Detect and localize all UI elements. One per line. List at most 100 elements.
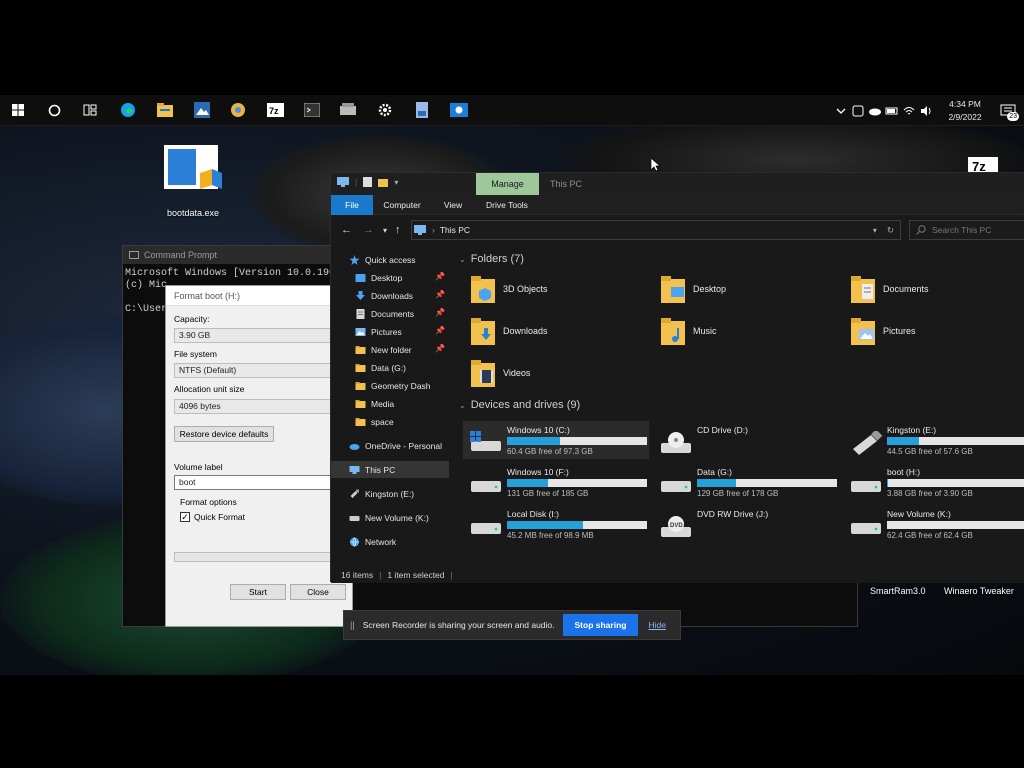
nav-kingston[interactable]: Kingston (E:) [331,485,449,502]
search-button[interactable] [42,99,66,121]
drive-tile[interactable]: Windows 10 (C:) 60.4 GB free of 97.3 GB [463,421,649,459]
hide-link[interactable]: Hide [648,620,665,630]
folders-section-header[interactable]: ⌄ Folders (7) [459,253,524,265]
tray-volume[interactable] [918,103,934,119]
drive-tile[interactable]: CD Drive (D:) [653,421,839,459]
folder-3d-objects[interactable]: 3D Objects [469,273,548,305]
start-button[interactable]: Start [230,584,286,600]
forward-arrow-icon[interactable]: → [363,224,374,236]
drive-tile[interactable]: New Volume (K:) 62.4 GB free of 62.4 GB [843,505,1024,543]
recent-locations-chevron-icon[interactable]: ▾ [383,226,387,235]
nav-this-pc[interactable]: This PC [331,461,449,478]
folder-documents[interactable]: Documents [849,273,929,305]
system-tray: 4:34 PM 2/9/2022 23 [832,95,1024,126]
folder-videos[interactable]: Videos [469,357,530,389]
action-center-button[interactable]: 23 [996,100,1020,122]
nav-new-volume[interactable]: New Volume (K:) [331,509,449,526]
start-button[interactable] [6,99,30,121]
taskbar-chrome[interactable] [226,99,250,121]
nav-onedrive[interactable]: OneDrive - Personal [331,437,449,454]
format-dialog[interactable]: Format boot (H:) Capacity: 3.90 GB File … [165,285,353,627]
filesystem-select[interactable]: NTFS (Default) [174,363,344,378]
drag-handle-icon[interactable]: || [350,620,355,630]
tab-computer[interactable]: Computer [377,195,427,215]
drive-tile[interactable]: DVD DVD RW Drive (J:) [653,505,839,543]
tab-file[interactable]: File [331,195,373,215]
clock-time: 4:34 PM [949,98,981,109]
explorer-titlebar[interactable]: | ▾ Manage This PC [331,173,1024,195]
nav-space[interactable]: space [331,413,449,430]
breadcrumb-this-pc[interactable]: This PC [440,225,470,235]
task-view-button[interactable] [78,99,102,121]
capacity-select[interactable]: 3.90 GB [174,328,344,343]
allocation-select[interactable]: 4096 bytes [174,399,344,414]
properties-icon[interactable] [363,177,373,187]
desktop-icon-winaero[interactable]: Winaero Tweaker [944,583,1014,596]
taskbar-settings[interactable] [373,99,397,121]
nav-documents[interactable]: Documents 📌 [331,305,449,322]
drive-tile[interactable]: Data (G:) 129 GB free of 178 GB [653,463,839,501]
drive-tile[interactable]: Kingston (E:) 44.5 GB free of 57.6 GB [843,421,1024,459]
nav-network[interactable]: Network [331,533,449,550]
taskbar-file-explorer[interactable] [153,99,177,121]
stop-sharing-button[interactable]: Stop sharing [562,614,639,636]
nav-quick-access[interactable]: Quick access [331,251,449,268]
pin-icon: 📌 [435,290,445,299]
new-folder-icon[interactable] [378,178,389,187]
back-arrow-icon[interactable]: ← [341,224,352,236]
qat-dropdown-icon[interactable]: ▾ [394,178,398,187]
tray-battery[interactable] [884,103,900,119]
desktop-icon-smartram[interactable]: SmartRam3.0 [870,583,926,596]
address-dropdown-icon[interactable]: ▾ [873,226,877,235]
taskbar-7zip[interactable]: 7z [263,99,287,121]
taskbar-installer[interactable] [410,99,434,121]
manage-tab[interactable]: Manage [476,173,539,195]
close-button[interactable]: Close [290,584,346,600]
tray-meet-now[interactable] [850,103,866,119]
nav-geometry-dash[interactable]: Geometry Dash [331,377,449,394]
drive-name: Data (G:) [697,467,732,477]
taskbar-app-disk[interactable] [336,99,360,121]
folder-pictures[interactable]: Pictures [849,315,916,347]
taskbar-clock[interactable]: 4:34 PM 2/9/2022 [934,98,996,124]
3d-objects-folder-icon [471,276,495,303]
tray-onedrive[interactable] [867,103,883,119]
drive-free-space: 129 GB free of 178 GB [697,489,779,498]
folder-downloads[interactable]: Downloads [469,315,548,347]
tray-wifi[interactable] [901,103,917,119]
taskbar-cmd[interactable] [300,99,324,121]
quick-format-checkbox[interactable]: ✓ [180,512,190,522]
cloud-icon [349,443,360,450]
cmd-window-icon [129,251,139,259]
restore-defaults-button[interactable]: Restore device defaults [174,426,274,442]
drive-tile[interactable]: boot (H:) 3.88 GB free of 3.90 GB [843,463,1024,501]
nav-label: Network [365,536,397,547]
nav-data-g[interactable]: Data (G:) [331,359,449,376]
desktop-icon-bootdata[interactable]: bootdata.exe [160,143,226,218]
taskbar-edge[interactable] [116,99,140,121]
drive-tile[interactable]: Local Disk (I:) 45.2 MB free of 98.9 MB [463,505,649,543]
file-explorer-window[interactable]: | ▾ Manage This PC File Computer View Dr… [330,172,1024,583]
pin-icon: 📌 [435,308,445,317]
nav-media[interactable]: Media [331,395,449,412]
search-box[interactable]: Search This PC [909,220,1024,240]
drive-tile[interactable]: Windows 10 (F:) 131 GB free of 185 GB [463,463,649,501]
folder-desktop[interactable]: Desktop [659,273,726,305]
volume-label-input[interactable]: boot [174,475,344,490]
address-bar[interactable]: › This PC ▾ ↻ [411,220,901,240]
folder-icon [355,417,366,426]
nav-new-folder[interactable]: New folder 📌 [331,341,449,358]
folder-music[interactable]: Music [659,315,717,347]
screen-sharing-bar: || Screen Recorder is sharing your scree… [343,610,681,640]
up-arrow-icon[interactable]: ↑ [395,224,401,236]
tab-view[interactable]: View [433,195,473,215]
drives-section-header[interactable]: ⌄ Devices and drives (9) [459,399,580,411]
nav-downloads[interactable]: Downloads 📌 [331,287,449,304]
taskbar-photos[interactable] [190,99,214,121]
nav-desktop[interactable]: Desktop 📌 [331,269,449,286]
tray-overflow-chevron[interactable] [833,103,849,119]
nav-pictures[interactable]: Pictures 📌 [331,323,449,340]
taskbar-screen-recorder[interactable] [447,99,471,121]
refresh-icon[interactable]: ↻ [887,225,894,236]
tab-drive-tools[interactable]: Drive Tools [479,195,535,215]
